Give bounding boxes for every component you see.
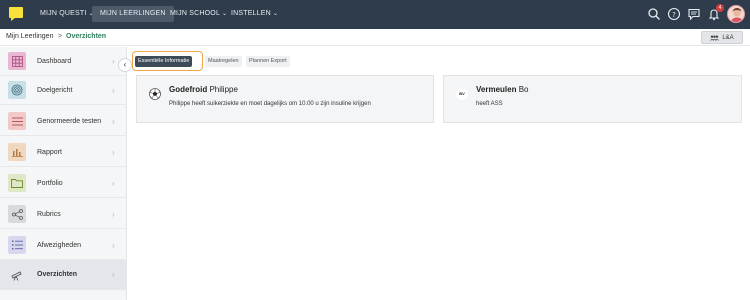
sidebar-item-label: Rapport [37,148,62,156]
questi-logo-icon[interactable] [7,5,25,23]
avatar[interactable] [727,5,745,23]
sidebar-item-label: Doelgericht [37,86,73,94]
chevron-down-icon: ⌄ [272,11,279,17]
folder-icon [8,174,26,192]
chevron-right-icon: › [112,209,115,219]
nav-instellen[interactable]: INSTELLEN ⌄ [227,6,282,22]
breadcrumb-root[interactable]: Mijn Leerlingen [6,33,53,40]
student-last-name: Godefroid [169,85,208,94]
breadcrumb-separator: > [58,33,63,40]
sidebar-item-overzichten[interactable]: Overzichten › [0,260,127,290]
sidebar-collapse-button[interactable]: ‹ [118,58,132,72]
chevron-right-icon: › [112,147,115,157]
football-icon [149,88,161,100]
sidebar: Dashboard › Doelgericht › Genormeerde te… [0,47,127,300]
chevron-right-icon: › [112,270,115,279]
list-icon [8,112,26,130]
student-first-name: Philippe [209,85,238,94]
top-navigation-bar: MIJN QUESTI⌄ MIJN LEERLINGEN MIJN SCHOOL… [0,0,750,29]
nav-mijn-school[interactable]: MIJN SCHOOL ⌄ [166,6,231,22]
tab-plannen-export[interactable]: Plannen Export [246,56,290,67]
nav-mijn-questi[interactable]: MIJN QUESTI⌄ [36,6,98,22]
sidebar-item-portfolio[interactable]: Portfolio › [0,169,127,198]
telescope-icon [8,266,26,284]
student-card-vermeulen[interactable]: BV Vermeulen Bo heeft ASS [443,75,742,123]
sidebar-item-label: Rubrics [37,210,61,218]
student-info-text: heeft ASS [476,101,503,107]
student-name: Godefroid Philippe [169,85,238,94]
student-card-godefroid[interactable]: Godefroid Philippe Philippe heeft suiker… [136,75,434,123]
chevron-right-icon: › [112,240,115,250]
breadcrumb [0,29,750,46]
sidebar-item-rubrics[interactable]: Rubrics › [0,200,127,229]
breadcrumb-current: Overzichten [66,33,107,40]
student-name: Vermeulen Bo [476,85,529,94]
sidebar-item-label: Afwezigheden [37,241,81,249]
sidebar-item-label: Portfolio [37,179,63,187]
student-info-text: Philippe heeft suikerziekte en moet dage… [169,101,371,107]
chevron-right-icon: › [112,178,115,188]
chat-icon[interactable] [687,7,701,21]
chevron-right-icon: › [112,116,115,126]
student-avatar-initials: BV [456,88,468,100]
group-icon [710,35,720,41]
tab-maatregelen[interactable]: Maatregelen [205,56,242,67]
checklist-icon [8,236,26,254]
sidebar-item-rapport[interactable]: Rapport › [0,138,127,167]
svg-text:?: ? [672,11,676,19]
bar-chart-icon [8,143,26,161]
chevron-right-icon: › [112,56,115,66]
sidebar-item-label: Dashboard [37,57,72,65]
student-last-name: Vermeulen [476,85,517,94]
tab-essentiele-informatie[interactable]: Essentiële Informatie [135,56,193,67]
sidebar-item-doelgericht[interactable]: Doelgericht › [0,76,127,105]
sidebar-item-afwezigheden[interactable]: Afwezigheden › [0,231,127,260]
sidebar-item-genormeerde-testen[interactable]: Genormeerde testen › [0,107,127,136]
sidebar-item-label: Overzichten [37,271,78,278]
sidebar-item-label: Genormeerde testen [37,117,102,125]
notification-badge: 4 [716,4,724,12]
la-button-label: L&A [722,34,734,41]
share-icon [8,205,26,223]
sidebar-item-dashboard[interactable]: Dashboard › [0,47,127,76]
help-icon[interactable]: ? [667,7,681,21]
chevron-left-icon: ‹ [123,60,127,69]
student-first-name: Bo [518,85,529,94]
nav-mijn-leerlingen[interactable]: MIJN LEERLINGEN [92,6,174,22]
la-button[interactable]: L&A [701,31,743,44]
chevron-right-icon: › [112,85,115,95]
target-icon [8,81,26,99]
grid-icon [8,52,26,70]
search-icon[interactable] [647,7,661,21]
